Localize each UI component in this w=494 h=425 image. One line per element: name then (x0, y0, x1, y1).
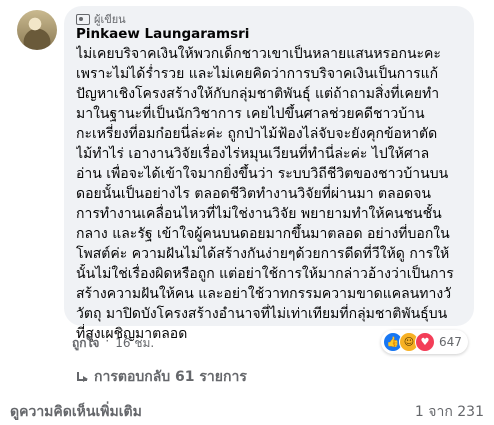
avatar[interactable] (17, 10, 57, 50)
replies-label: การตอบกลับ 61 รายการ (94, 369, 247, 385)
separator: · (105, 334, 110, 348)
comment-line: อ่าน เพื่อจะได้เข้าใจมากยิ่งขึ้นว่า ระบบ… (76, 166, 449, 182)
comment-line: เพราะไม่ได้ร่ำรวย และไม่เคยคิดว่าการบริจ… (76, 66, 439, 82)
comment-line: ไม้ทำไร่ เอางานวิจัยเรื่องไร่หมุนเวียนที… (76, 146, 430, 162)
comment-text: ไม่เคยบริจาคเงินให้พวกเด็กชาวเขาเป็นหลาย… (76, 44, 472, 344)
author-badge-icon (76, 13, 90, 25)
love-icon: ♥ (415, 332, 435, 352)
comment-line: นั้นไม่ใช่เรื่องผิดหรือถูก แต่อย่าใช้การ… (76, 266, 454, 282)
comment-line: ดอยนั้นเป็นอย่างไร ตลอดชีวิตทำงานวิจัยที… (76, 186, 432, 202)
comment-bubble: ผู้เขียน Pinkaew Laungaramsri ไม่เคยบริจ… (64, 6, 474, 342)
comment-line: กะเหรี่ยงที่อมก๋อยนี่ล่ะค่ะ ถูกป่าไม้ฟ้อ… (76, 126, 438, 142)
comment-line: โพสต์ค่ะ ความฝันไม่ได้สร้างกันง่ายๆด้วยก… (76, 246, 450, 262)
comment-actions: ถูกใจ · 16 ชม. (72, 334, 154, 353)
timestamp[interactable]: 16 ชม. (115, 334, 154, 353)
author-name[interactable]: Pinkaew Laungaramsri (76, 26, 249, 42)
view-more-comments-link[interactable]: ดูความคิดเห็นเพิ่มเติม (10, 401, 142, 423)
reactions-summary[interactable]: 👍 ☺ ♥ 647 (381, 330, 468, 354)
like-button[interactable]: ถูกใจ (72, 334, 99, 353)
view-replies-link[interactable]: การตอบกลับ 61 รายการ (76, 366, 247, 388)
comment-line: มาในฐานะที่เป็นนักวิชาการ เคยไปขึ้นศาลช่… (76, 106, 425, 122)
reply-arrow-icon (76, 372, 88, 382)
comment-line: กลาง และรัฐ เข้าใจผู้คนบนดอยมากขึ้นมาตลอ… (76, 226, 450, 242)
comment-line: ปัญหาเชิงโครงสร้างให้กับกลุ่มชาติพันธุ์ … (76, 86, 440, 102)
comment-line: สร้างความฝันให้คน และอย่าใช้วาทกรรมความข… (76, 286, 452, 302)
comment-line: วัตถุ มาปิดบังโครงสร้างอำนาจที่ไม่เท่าเท… (76, 306, 448, 322)
comment-pager: 1 จาก 231 (414, 404, 484, 420)
comment-line: การทำงานเคลื่อนไหวที่ไม่ใช่งานวิจัย พยาย… (76, 206, 442, 222)
reaction-count: 647 (439, 335, 462, 349)
comment-line: ไม่เคยบริจาคเงินให้พวกเด็กชาวเขาเป็นหลาย… (76, 46, 441, 62)
